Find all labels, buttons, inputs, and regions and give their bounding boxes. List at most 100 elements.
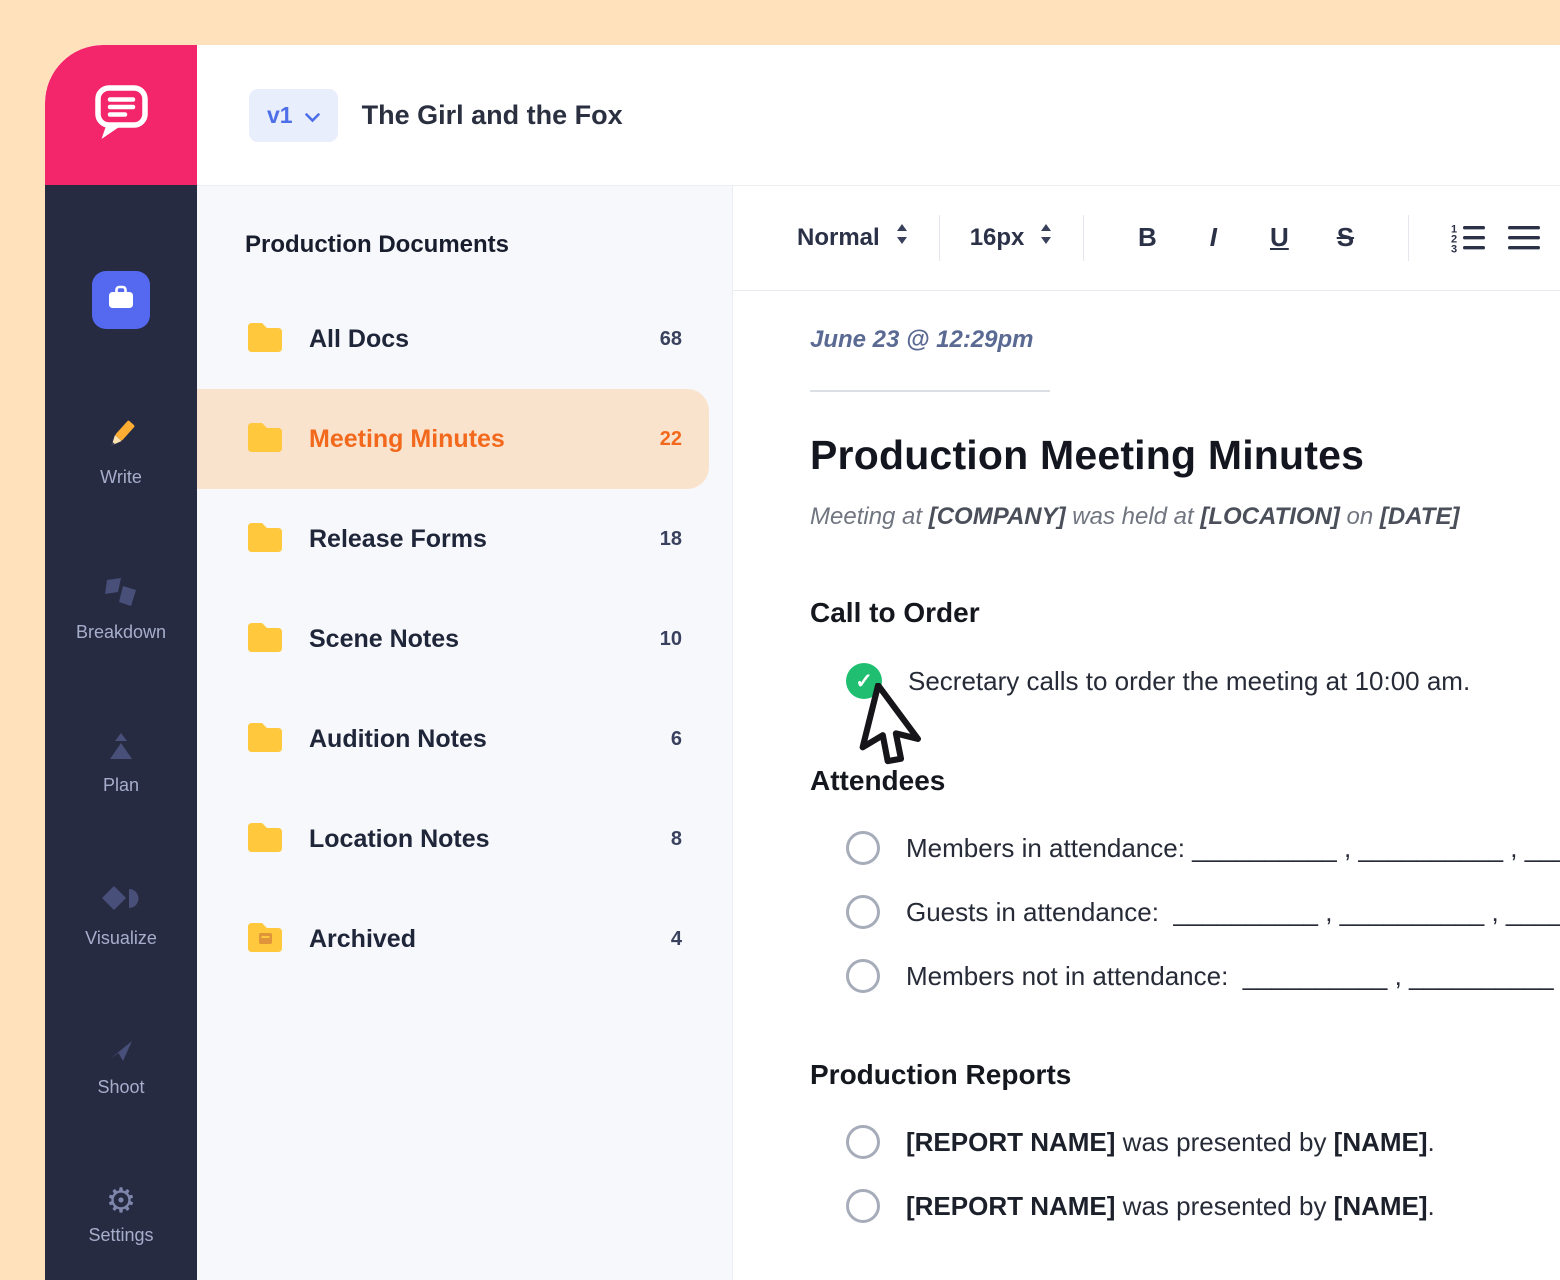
sidebar-item-write[interactable]: Write bbox=[100, 417, 142, 488]
bullet-list-button[interactable] bbox=[1507, 222, 1541, 254]
bold-button[interactable]: B bbox=[1124, 222, 1170, 253]
divider-rule bbox=[810, 390, 1050, 392]
sidebar-item-label: Write bbox=[100, 467, 142, 488]
sidebar-item-plan[interactable]: Plan bbox=[103, 731, 139, 796]
top-header: v1 The Girl and the Fox bbox=[197, 45, 1560, 186]
sidebar-item-breakdown[interactable]: Breakdown bbox=[76, 576, 166, 643]
updown-arrows-icon bbox=[895, 222, 909, 253]
sidebar-item-documents[interactable] bbox=[92, 271, 150, 329]
archived-folder-icon bbox=[245, 920, 285, 959]
folder-count: 18 bbox=[660, 528, 682, 551]
main-nav-rail: Write Breakdown Plan bbox=[45, 185, 197, 1280]
checklist-item: Guests in attendance: __________ , _____… bbox=[846, 895, 1560, 929]
sidebar-item-visualize[interactable]: Visualize bbox=[85, 884, 157, 949]
folder-icon bbox=[245, 720, 285, 759]
checklist-item-checked: ✓ Secretary calls to order the meeting a… bbox=[846, 663, 1560, 699]
version-dropdown[interactable]: v1 bbox=[249, 89, 338, 142]
checklist-item: [REPORT NAME] was presented by [NAME]. bbox=[846, 1189, 1560, 1223]
checklist-item-text: Members not in attendance: __________ , … bbox=[906, 961, 1554, 992]
folder-count: 6 bbox=[671, 728, 682, 751]
unchecked-checkbox[interactable] bbox=[846, 831, 880, 865]
folder-row-meeting-minutes[interactable]: Meeting Minutes 22 bbox=[197, 389, 709, 489]
folder-count: 10 bbox=[660, 628, 682, 651]
visualize-shapes-icon bbox=[102, 884, 140, 919]
checklist-item: Members in attendance: __________ , ____… bbox=[846, 831, 1560, 865]
checklist-item-text: Members in attendance: __________ , ____… bbox=[906, 833, 1560, 864]
folder-icon bbox=[245, 620, 285, 659]
sidebar-item-label: Settings bbox=[88, 1225, 153, 1246]
document-timestamp: June 23 @ 12:29pm bbox=[810, 326, 1560, 354]
font-size-value: 16px bbox=[970, 224, 1025, 252]
briefcase-icon bbox=[107, 285, 135, 316]
checklist-item-text: Secretary calls to order the meeting at … bbox=[908, 666, 1470, 697]
paragraph-style-value: Normal bbox=[797, 224, 880, 252]
checklist-item: Members not in attendance: __________ , … bbox=[846, 959, 1560, 993]
folder-name: All Docs bbox=[309, 325, 409, 354]
documents-panel-title: Production Documents bbox=[245, 231, 732, 259]
folder-row-all-docs[interactable]: All Docs 68 bbox=[197, 289, 732, 389]
unchecked-checkbox[interactable] bbox=[846, 895, 880, 929]
document-body[interactable]: June 23 @ 12:29pm Production Meeting Min… bbox=[733, 290, 1560, 1280]
folder-row-audition-notes[interactable]: Audition Notes 6 bbox=[197, 689, 732, 789]
folder-icon bbox=[245, 820, 285, 859]
folder-row-scene-notes[interactable]: Scene Notes 10 bbox=[197, 589, 732, 689]
numbered-list-icon: 1 2 3 bbox=[1449, 242, 1487, 257]
unchecked-checkbox[interactable] bbox=[846, 1189, 880, 1223]
document-subtitle: Meeting at [COMPANY] was held at [LOCATI… bbox=[810, 503, 1560, 531]
folder-row-location-notes[interactable]: Location Notes 8 bbox=[197, 789, 732, 889]
underline-button[interactable]: U bbox=[1256, 222, 1302, 253]
breakdown-shapes-icon bbox=[103, 576, 139, 613]
folder-count: 8 bbox=[671, 828, 682, 851]
strikethrough-button[interactable]: S bbox=[1322, 222, 1368, 253]
unchecked-checkbox[interactable] bbox=[846, 1125, 880, 1159]
editor-toolbar: Normal 16px B bbox=[733, 185, 1560, 291]
paragraph-style-select[interactable]: Normal bbox=[797, 222, 909, 253]
italic-button[interactable]: I bbox=[1190, 222, 1236, 253]
font-size-select[interactable]: 16px bbox=[970, 222, 1054, 253]
checklist-item-text: Guests in attendance: __________ , _____… bbox=[906, 897, 1560, 928]
toolbar-divider bbox=[1083, 215, 1084, 261]
unchecked-checkbox[interactable] bbox=[846, 959, 880, 993]
pencil-icon bbox=[103, 417, 139, 458]
chevron-down-icon bbox=[305, 102, 320, 129]
sidebar-item-label: Plan bbox=[103, 775, 139, 796]
sidebar-item-settings[interactable]: ⚙ Settings bbox=[88, 1186, 153, 1246]
folder-row-release-forms[interactable]: Release Forms 18 bbox=[197, 489, 732, 589]
gear-icon: ⚙ bbox=[106, 1186, 136, 1216]
folder-count: 68 bbox=[660, 328, 682, 351]
folder-name: Meeting Minutes bbox=[309, 425, 505, 454]
folder-name: Location Notes bbox=[309, 825, 490, 854]
app-logo[interactable] bbox=[45, 45, 197, 185]
numbered-list-button[interactable]: 1 2 3 bbox=[1449, 222, 1487, 254]
plan-triangles-icon bbox=[104, 731, 138, 766]
folder-icon bbox=[245, 320, 285, 359]
folder-count: 4 bbox=[671, 928, 682, 951]
sidebar-item-label: Shoot bbox=[97, 1077, 144, 1098]
bullet-list-icon bbox=[1507, 242, 1541, 257]
svg-text:3: 3 bbox=[1451, 243, 1457, 254]
folder-icon bbox=[245, 420, 285, 459]
document-title: Production Meeting Minutes bbox=[810, 432, 1560, 479]
section-heading-production-reports: Production Reports bbox=[810, 1059, 1560, 1091]
folder-list: All Docs 68 Meeting Minutes 22 Release F… bbox=[197, 289, 732, 989]
folder-icon bbox=[245, 520, 285, 559]
sidebar-item-label: Visualize bbox=[85, 928, 157, 949]
sidebar-item-shoot[interactable]: Shoot bbox=[97, 1037, 144, 1098]
folder-name: Scene Notes bbox=[309, 625, 459, 654]
section-heading-call-to-order: Call to Order bbox=[810, 597, 1560, 629]
checklist-item: [REPORT NAME] was presented by [NAME]. bbox=[846, 1125, 1560, 1159]
toolbar-divider bbox=[1408, 215, 1409, 261]
folder-count: 22 bbox=[660, 428, 682, 451]
editor-pane: Normal 16px B bbox=[733, 185, 1560, 1280]
toolbar-divider bbox=[939, 215, 940, 261]
checklist-item-text: [REPORT NAME] was presented by [NAME]. bbox=[906, 1127, 1435, 1158]
version-label: v1 bbox=[267, 102, 293, 129]
app-window: Write Breakdown Plan bbox=[45, 45, 1560, 1280]
checklist-item-text: [REPORT NAME] was presented by [NAME]. bbox=[906, 1191, 1435, 1222]
app-screenshot: { "colors": { "frame_peach": "#FFE2BC", … bbox=[0, 0, 1560, 1280]
folder-row-archived[interactable]: Archived 4 bbox=[197, 889, 732, 989]
speech-bubble-logo-icon bbox=[89, 80, 153, 151]
folder-name: Audition Notes bbox=[309, 725, 487, 754]
folder-name: Archived bbox=[309, 925, 416, 954]
shoot-arrow-icon bbox=[106, 1037, 136, 1068]
